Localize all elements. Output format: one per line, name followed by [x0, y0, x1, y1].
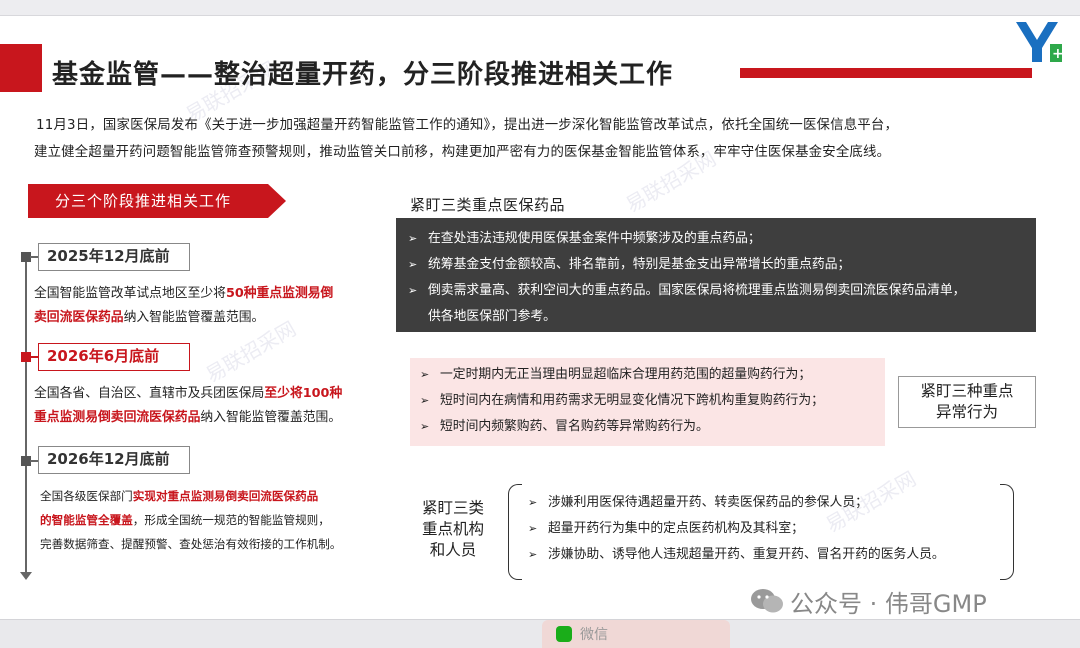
svg-text:+: + [1052, 46, 1064, 62]
phase-date: 2026年6月底前 [38, 343, 190, 371]
list-item: ➢ 涉嫌利用医保待遇超量开药、转卖医保药品的参保人员； [528, 490, 998, 516]
intro-paragraph: 11月3日，国家医保局发布《关于进一步加强超量开药智能监管工作的通知》，提出进一… [34, 112, 1044, 166]
intro-line: 建立健全超量开药问题智能监管筛查预警规则，推动监管关口前移，构建更加严密有力的医… [34, 145, 891, 160]
account-watermark-text: 公众号 · 伟哥GMP [790, 589, 987, 618]
bullet-arrow-icon: ➢ [528, 522, 538, 535]
intro-line: 11月3日，国家医保局发布《关于进一步加强超量开药智能监管工作的通知》，提出进一… [36, 118, 899, 133]
phase-highlight: 50种重点监测易倒 [225, 286, 334, 301]
phase-description: 全国各级医保部门实现对重点监测易倒卖回流医保药品 的智能监管全覆盖，形成全国统一… [40, 484, 380, 556]
page-title: 基金监管——整治超量开药，分三阶段推进相关工作 [52, 60, 674, 90]
bullet-arrow-icon: ➢ [528, 496, 538, 509]
bullet-arrow-icon: ➢ [408, 232, 418, 245]
slide-canvas: 易联招采网 易联招采网 易联招采网 易联招采网 基金监管——整治超量开药，分三阶… [0, 16, 1080, 620]
wechat-taskbar-tab[interactable]: 微信 [542, 620, 730, 648]
phase-highlight: 至少将100种 [264, 386, 343, 401]
list-item-text: 短时间内在病情和用药需求无明显变化情况下跨机构重复购药行为； [440, 393, 824, 408]
list-item-text: 涉嫌利用医保待遇超量开药、转卖医保药品的参保人员； [548, 495, 868, 510]
institutions-label-line: 和人员 [429, 541, 477, 559]
drugs-section-title: 紧盯三类重点医保药品 [410, 196, 566, 214]
behaviors-box: ➢ 一定时期内无正当理由明显超临床合理用药范围的超量购药行为； ➢ 短时间内在病情和… [410, 358, 885, 446]
wechat-icon [556, 626, 572, 642]
window-top-bar [0, 0, 1080, 16]
phase-date: 2025年12月底前 [38, 243, 190, 271]
phase-text: 全国各级医保部门 [40, 489, 133, 503]
phase-header-label: 分三个阶段推进相关工作 [54, 192, 231, 210]
drugs-box: ➢ 在查处违法违规使用医保基金案件中频繁涉及的重点药品； ➢ 统筹基金支付金额较高、… [396, 218, 1036, 332]
list-item-text: 在查处违法违规使用医保基金案件中频繁涉及的重点药品； [428, 231, 761, 246]
phase-highlight: 的智能监管全覆盖 [40, 513, 133, 527]
phase-date: 2026年12月底前 [38, 446, 190, 474]
institutions-list: ➢ 涉嫌利用医保待遇超量开药、转卖医保药品的参保人员； ➢ 超量开药行为集中的定点医… [528, 490, 998, 568]
institutions-label-line: 重点机构 [421, 520, 484, 538]
right-brace [1000, 484, 1014, 580]
brand-logo-icon: + [1012, 18, 1064, 66]
phase-text: 全国各省、自治区、直辖市及兵团医保局 [34, 386, 265, 401]
bullet-arrow-icon: ➢ [420, 368, 430, 381]
phase-highlight: 实现对重点监测易倒卖回流医保药品 [132, 489, 319, 503]
timeline-line [25, 256, 27, 576]
timeline-arrow-icon [20, 572, 32, 580]
list-item-text: 统筹基金支付金额较高、排名靠前，特别是基金支出异常增长的重点药品； [428, 257, 851, 272]
title-accent-rule [40, 44, 42, 92]
phase-highlight: 卖回流医保药品 [34, 310, 124, 325]
title-accent-block [0, 44, 42, 92]
bullet-arrow-icon: ➢ [528, 548, 538, 561]
institutions-label-line: 紧盯三类 [421, 499, 484, 517]
list-item: ➢ 在查处违法违规使用医保基金案件中频繁涉及的重点药品； [408, 226, 1026, 252]
list-item-text: 一定时期内无正当理由明显超临床合理用药范围的超量购药行为； [440, 367, 812, 382]
bullet-arrow-icon: ➢ [420, 394, 430, 407]
left-brace [508, 484, 522, 580]
list-item: ➢ 倒卖需求量高、获利空间大的重点药品。国家医保局将梳理重点监测易倒卖回流医保药品… [408, 278, 1026, 304]
list-item: ➢ 统筹基金支付金额较高、排名靠前，特别是基金支出异常增长的重点药品； [408, 252, 1026, 278]
list-item-text: 涉嫌协助、诱导他人违规超量开药、重复开药、冒名开药的医务人员。 [548, 547, 945, 562]
phase-highlight: 重点监测易倒卖回流医保药品 [34, 410, 201, 425]
phase-text: 纳入智能监管覆盖范围。 [200, 410, 342, 425]
list-item: ➢ 一定时期内无正当理由明显超临床合理用药范围的超量购药行为； [420, 362, 877, 388]
account-watermark: 公众号 · 伟哥GMP [750, 586, 987, 618]
list-item: ➢ 超量开药行为集中的定点医药机构及其科室； [528, 516, 998, 542]
list-item: ➢ 短时间内频繁购药、冒名购药等异常购药行为。 [420, 414, 877, 440]
phase-text: 纳入智能监管覆盖范围。 [123, 310, 265, 325]
wechat-official-account-icon [751, 589, 783, 613]
institutions-label: 紧盯三类 重点机构 和人员 [414, 498, 492, 561]
bullet-arrow-icon: ➢ [420, 420, 430, 433]
list-item-text: 短时间内频繁购药、冒名购药等异常购药行为。 [440, 419, 709, 434]
bullet-arrow-icon: ➢ [408, 284, 418, 297]
bullet-arrow-icon: ➢ [408, 258, 418, 271]
behaviors-label: 异常行为 [935, 403, 998, 421]
phase-description: 全国智能监管改革试点地区至少将50种重点监测易倒 卖回流医保药品纳入智能监管覆盖… [34, 282, 379, 330]
wechat-tab-label: 微信 [580, 627, 608, 643]
phase-description: 全国各省、自治区、直辖市及兵团医保局至少将100种 重点监测易倒卖回流医保药品纳… [34, 382, 379, 430]
phase-text: 全国智能监管改革试点地区至少将 [34, 286, 226, 301]
list-item: ➢ 涉嫌协助、诱导他人违规超量开药、重复开药、冒名开药的医务人员。 [528, 542, 998, 568]
behaviors-label-box: 紧盯三种重点 异常行为 [898, 376, 1036, 428]
title-accent-bar [740, 68, 1032, 78]
list-item: ➢ 短时间内在病情和用药需求无明显变化情况下跨机构重复购药行为； [420, 388, 877, 414]
phase-text: 完善数据筛查、提醒预警、查处惩治有效衔接的工作机制。 [40, 537, 342, 551]
list-item-continuation: 供各地医保部门参考。 [428, 309, 556, 324]
list-item-text: 倒卖需求量高、获利空间大的重点药品。国家医保局将梳理重点监测易倒卖回流医保药品清… [428, 283, 966, 298]
list-item-text: 超量开药行为集中的定点医药机构及其科室； [548, 521, 804, 536]
phase-text: ，形成全国统一规范的智能监管规则， [132, 513, 330, 527]
behaviors-label: 紧盯三种重点 [920, 382, 1014, 400]
